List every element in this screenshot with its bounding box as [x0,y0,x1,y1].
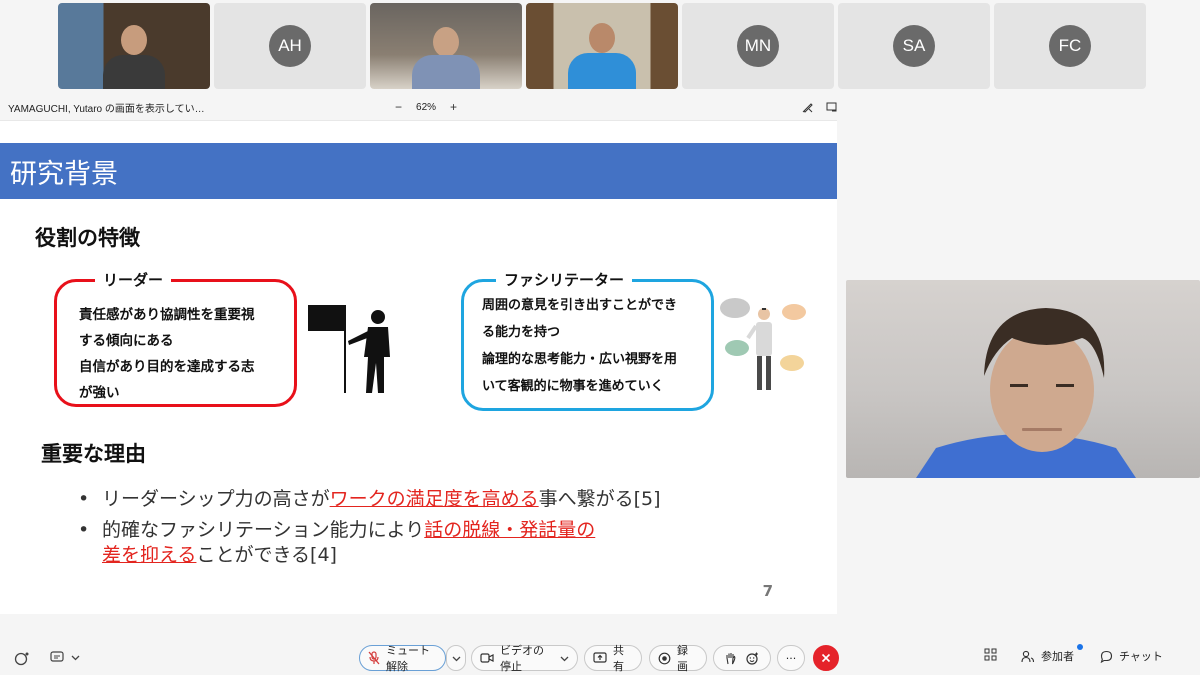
participant-video-figure [99,19,169,89]
participant-video-figure [406,25,486,89]
share-button[interactable]: 共有 [584,644,642,673]
captions-button[interactable] [50,650,80,664]
facilitator-line: 論理的な思考能力・広い視野を用 [482,352,678,367]
zoom-level: 62% [416,101,437,113]
list-item: • 的確なファシリテーション能力により話の脱線・発話量の 差を抑えることができる[… [78,518,661,568]
leader-description: 責任感があり協調性を重要視 する傾向にある 自信があり目的を達成する志 が強い [79,302,255,406]
chevron-down-icon [71,655,80,660]
participants-button[interactable]: 参加者 [1021,644,1083,664]
share-title: YAMAGUCHI, Yutaro の画面を表示してい… [8,103,205,115]
notification-badge [1077,644,1083,650]
popout-icon[interactable] [826,101,838,113]
participants-icon [1021,650,1035,662]
unmute-label: ミュート解除 [386,644,430,673]
facilitator-speech-icon [720,298,806,390]
leave-meeting-button[interactable] [813,645,839,671]
leader-line: する傾向にある [79,333,174,349]
chat-label: チャット [1119,650,1163,663]
leader-flag-icon [308,305,390,393]
facilitator-line: 周囲の意見を引き出すことができ [482,298,678,313]
zoom-out-button[interactable]: − [395,100,402,114]
bullet-dot: • [78,519,90,541]
participant-tile-1[interactable] [58,3,210,89]
zoom-in-button[interactable]: + [450,100,457,114]
facilitator-line: る能力を持つ [482,325,561,340]
shared-slide: 研究背景 役割の特徴 リーダー 責任感があり協調性を重要視 する傾向にある 自信… [0,120,837,614]
avatar: AH [269,25,311,67]
reason-list: • リーダーシップ力の高さがワークの満足度を高める事へ繋がる[5] • 的確なフ… [78,487,661,574]
record-button[interactable]: 録画 [649,644,707,673]
section-title-roles: 役割の特徴 [35,226,140,250]
record-label: 録画 [677,644,688,673]
meeting-toolbar: ミュート解除 ビデオの停止 共有 録画 ··· 参加者 チャット [0,640,1200,675]
bullet-text: リーダーシップ力の高さがワークの満足度を高める事へ繋がる[5] [102,488,661,510]
leader-line: 自信があり目的を達成する志 [79,359,255,375]
avatar: SA [893,25,935,67]
raise-hand-icon [726,652,736,664]
video-camera-icon [480,653,494,663]
facilitator-line: いて客観的に物事を進めていく [482,379,664,394]
participant-tile-7[interactable]: FC [994,3,1146,89]
participant-tile-4[interactable] [526,3,678,89]
zoom-control: − 62% + [395,100,457,114]
mute-options-button[interactable] [446,645,466,671]
bullet-dot: • [78,488,90,510]
apps-button[interactable] [984,648,997,661]
leader-box: リーダー 責任感があり協調性を重要視 する傾向にある 自信があり目的を達成する志… [54,269,297,407]
leader-line: 責任感があり協調性を重要視 [79,307,255,323]
chat-icon [1100,650,1113,663]
chevron-down-icon [452,656,460,661]
self-video[interactable] [846,280,1200,478]
section-title-reasons: 重要な理由 [41,442,146,466]
participant-tile-2[interactable]: AH [214,3,366,89]
list-item: • リーダーシップ力の高さがワークの満足度を高める事へ繋がる[5] [78,487,661,512]
avatar: MN [737,25,779,67]
share-label: 共有 [613,644,624,673]
facilitator-label: ファシリテーター [496,269,633,290]
facilitator-description: 周囲の意見を引き出すことができ る能力を持つ 論理的な思考能力・広い視野を用 い… [482,292,677,400]
slide-header: 研究背景 [0,143,837,199]
leader-line: が強い [79,385,120,401]
share-screen-icon [593,652,607,663]
participants-label: 参加者 [1041,650,1074,663]
share-tools [802,101,838,113]
meeting-window: AH MN SA FC YAMAGUCHI, Yutaro の画面を表示してい… [0,0,1200,675]
microphone-muted-icon [368,651,380,665]
chat-button[interactable]: チャット [1100,648,1163,664]
unmute-button[interactable]: ミュート解除 [359,644,446,673]
reactions-button[interactable] [713,645,771,671]
participant-video-figure [562,19,642,89]
facilitator-box: ファシリテーター 周囲の意見を引き出すことができ る能力を持つ 論理的な思考能力… [461,269,714,411]
participant-tile-5[interactable]: MN [682,3,834,89]
more-options-button[interactable]: ··· [777,645,805,671]
share-bar: YAMAGUCHI, Yutaro の画面を表示してい… − 62% + [0,96,840,118]
status-circle-icon[interactable] [14,651,30,667]
annotate-icon[interactable] [802,101,814,113]
stop-video-label: ビデオの停止 [500,644,544,673]
avatar: FC [1049,25,1091,67]
chevron-down-icon [560,656,569,661]
slide-page-number: 7 [762,582,773,600]
leader-label: リーダー [95,269,172,290]
bullet-text: 的確なファシリテーション能力により話の脱線・発話量の 差を抑えることができる[4] [102,519,596,566]
more-options-label: ··· [785,651,797,665]
self-video-figure [916,308,1136,478]
apps-grid-icon [984,648,997,661]
close-icon [821,653,831,663]
participant-strip: AH MN SA FC [58,3,1146,89]
stop-video-button[interactable]: ビデオの停止 [471,644,578,673]
emoji-icon [746,652,758,665]
participant-tile-3[interactable] [370,3,522,89]
participant-tile-6[interactable]: SA [838,3,990,89]
captions-icon [50,651,64,662]
record-icon [658,652,671,664]
